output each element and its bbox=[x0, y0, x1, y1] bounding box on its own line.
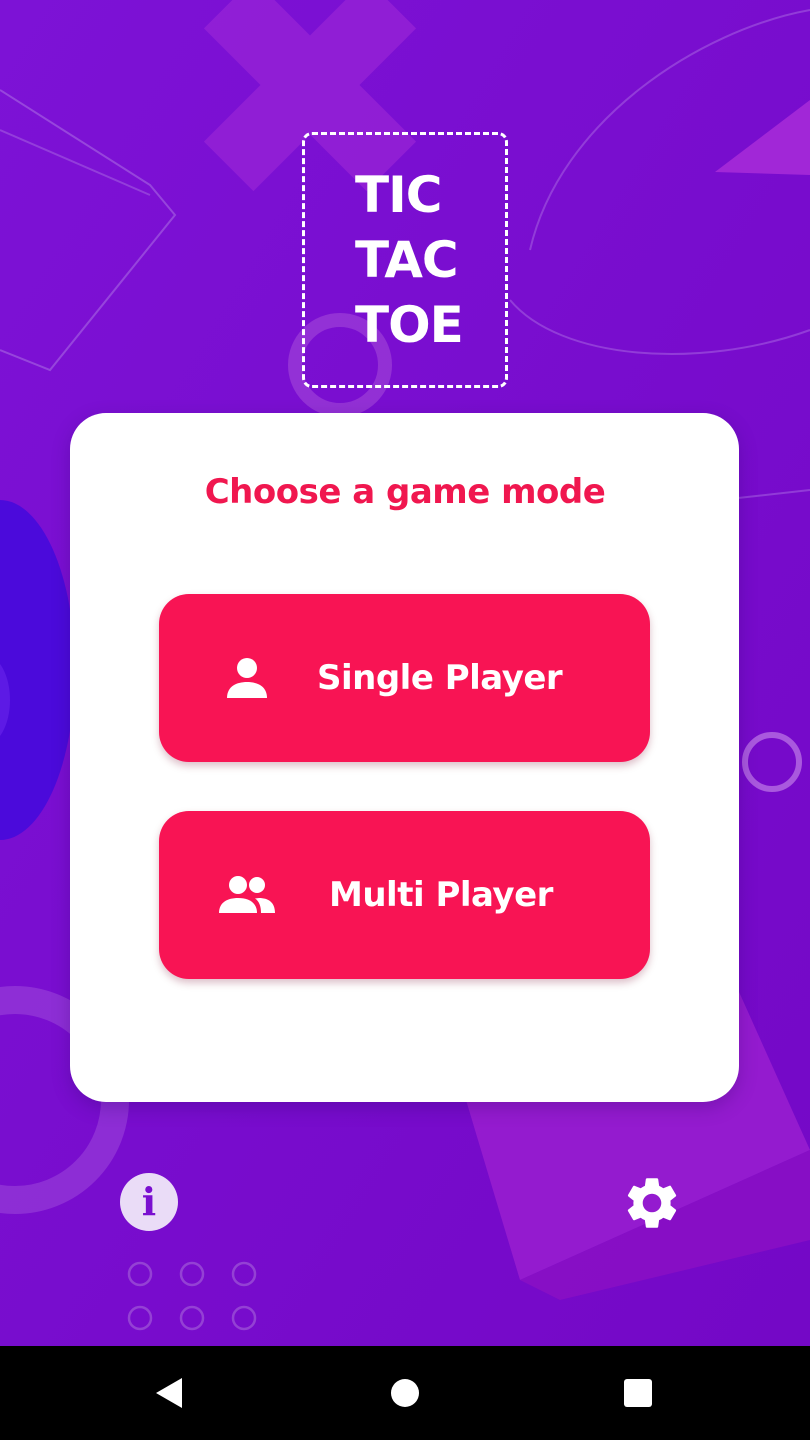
back-triangle-icon bbox=[156, 1378, 182, 1408]
app-screen: TIC TAC TOE Choose a game mode Single Pl… bbox=[0, 0, 810, 1440]
settings-button[interactable] bbox=[621, 1172, 683, 1234]
logo-line-toe: TOE bbox=[355, 296, 464, 354]
single-player-label: Single Player bbox=[317, 658, 563, 698]
single-player-button[interactable]: Single Player bbox=[159, 594, 650, 762]
nav-recents-button[interactable] bbox=[598, 1346, 678, 1440]
multi-player-button[interactable]: Multi Player bbox=[159, 811, 650, 979]
gear-icon bbox=[627, 1178, 677, 1228]
nav-home-button[interactable] bbox=[365, 1346, 445, 1440]
info-icon: i bbox=[141, 1179, 157, 1224]
nav-back-button[interactable] bbox=[130, 1346, 210, 1440]
recents-square-icon bbox=[624, 1379, 652, 1407]
card-title: Choose a game mode bbox=[204, 472, 606, 512]
app-logo: TIC TAC TOE bbox=[302, 132, 508, 388]
home-circle-icon bbox=[391, 1379, 419, 1407]
people-icon bbox=[217, 811, 277, 979]
info-button[interactable]: i bbox=[120, 1173, 178, 1231]
logo-line-tac: TAC bbox=[355, 231, 459, 289]
system-navigation-bar bbox=[0, 1346, 810, 1440]
logo-line-tic: TIC bbox=[355, 166, 442, 224]
multi-player-label: Multi Player bbox=[329, 875, 553, 915]
person-icon bbox=[225, 594, 269, 762]
